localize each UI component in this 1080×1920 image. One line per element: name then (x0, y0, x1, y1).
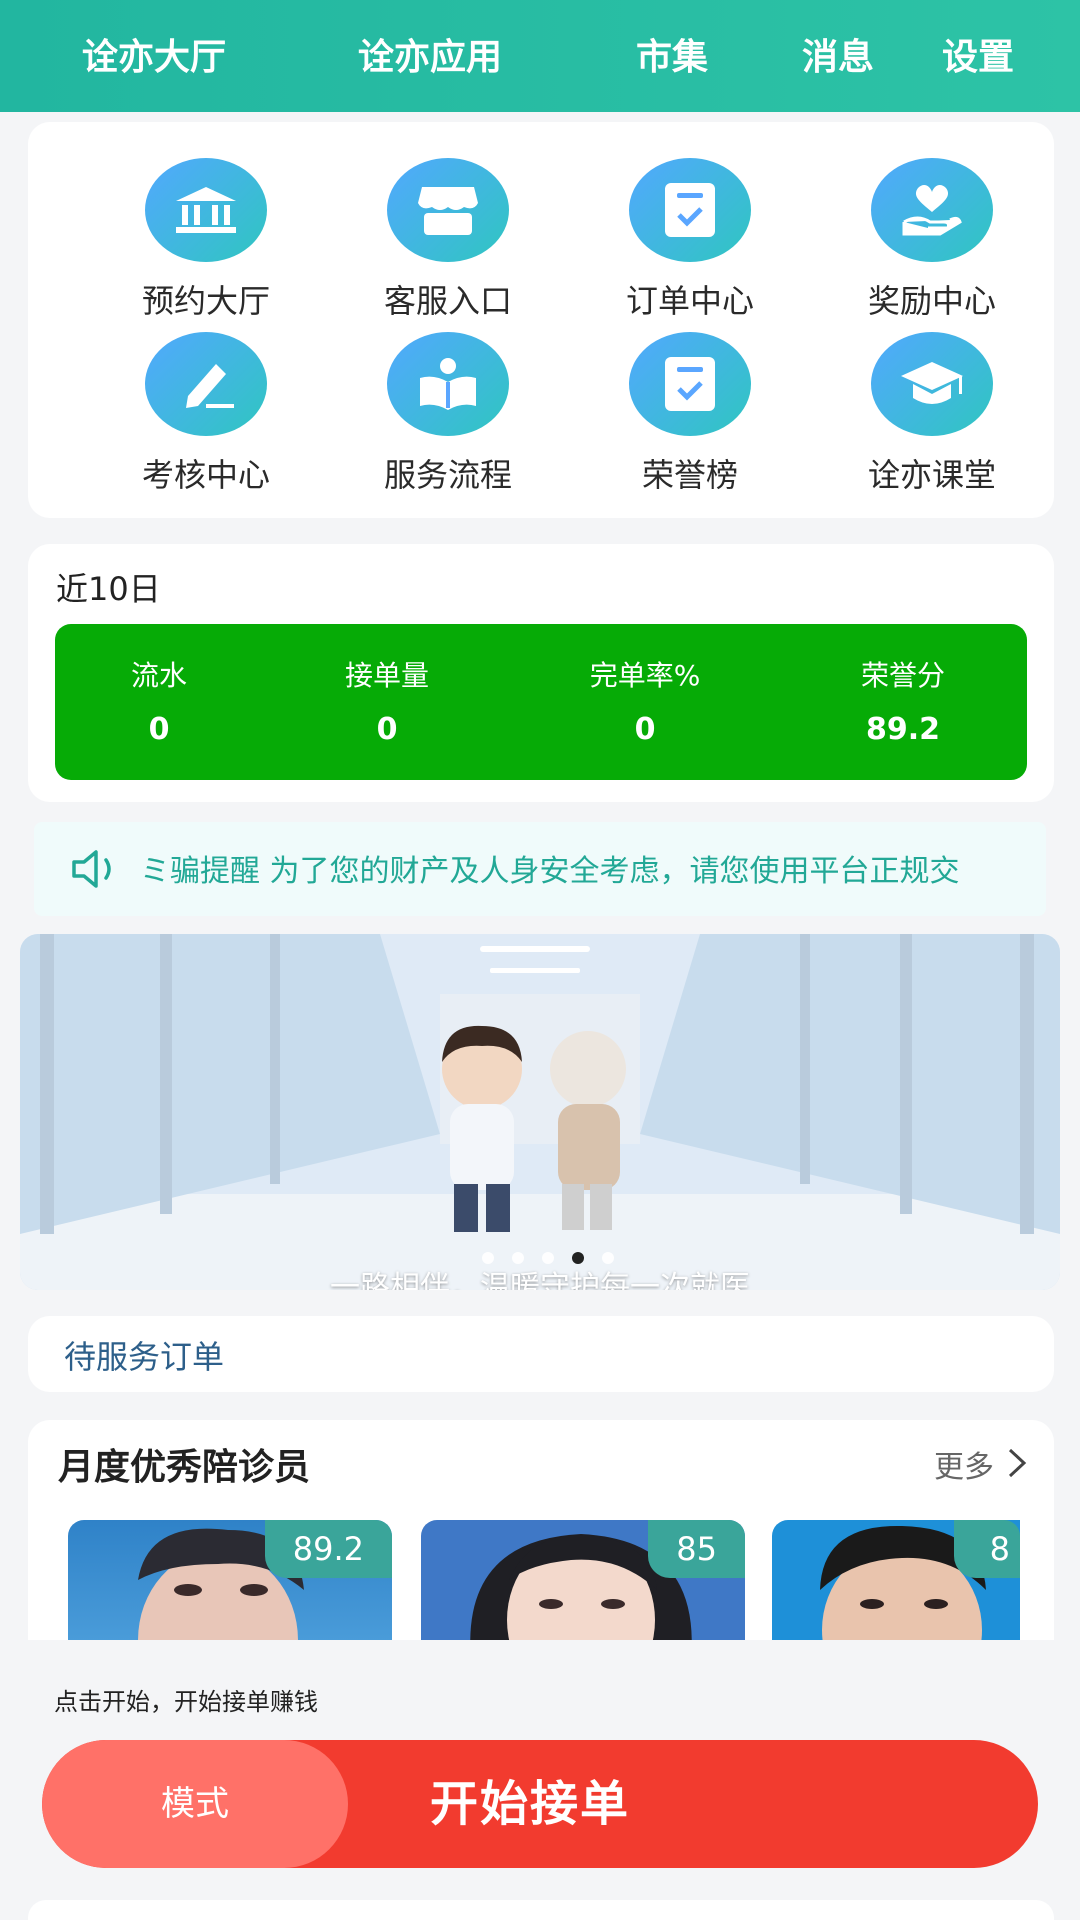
grid-item-reward-center[interactable]: 奖励中心 (812, 158, 1052, 328)
grid-item-service-process[interactable]: 服务流程 (328, 332, 568, 502)
anti-fraud-notice[interactable]: ミ骗提醒 为了您的财产及人身安全考虑，请您使用平台正规交 (34, 822, 1046, 916)
grid-item-label: 奖励中心 (867, 282, 996, 320)
grid-item-label: 考核中心 (141, 456, 270, 494)
grid-item-label: 荣誉榜 (641, 456, 738, 494)
section-title: 月度优秀陪诊员 (58, 1447, 311, 1488)
notice-text: ミ骗提醒 为了您的财产及人身安全考虑，请您使用平台正规交 (140, 854, 960, 889)
excellent-escorts-card: 月度优秀陪诊员 更多 89.2 85 8 (28, 1420, 1054, 1640)
more-link[interactable]: 更多 (934, 1442, 994, 1486)
grid-item-label: 服务流程 (383, 456, 512, 494)
stat-value: 0 (376, 712, 398, 747)
tab-messages[interactable]: 消息 (802, 30, 874, 86)
escort-card[interactable]: 85 (421, 1520, 745, 1640)
stat-value: 89.2 (865, 712, 941, 747)
grid-item-order-center[interactable]: 订单中心 (570, 158, 810, 328)
stat-label: 荣誉分 (860, 659, 945, 692)
pending-orders-card[interactable]: 待服务订单 (28, 1316, 1054, 1392)
bottom-card-edge (28, 1900, 1054, 1920)
stat-order-count: 接单量 0 (287, 654, 487, 747)
mode-button[interactable]: 模式 (42, 1740, 348, 1868)
grid-item-label: 订单中心 (625, 282, 754, 320)
stats-box: 流水 0 接单量 0 完单率% 0 荣誉分 89.2 (55, 624, 1027, 780)
escort-card[interactable]: 8 (772, 1520, 1020, 1640)
stats-card: 近10日 流水 0 接单量 0 完单率% 0 荣誉分 89.2 (28, 544, 1054, 802)
grid-item-booking-hall[interactable]: 预约大厅 (86, 158, 326, 328)
start-hint: 点击开始，开始接单赚钱 (54, 1688, 318, 1716)
pencil-icon (145, 332, 267, 436)
grid-item-customer-service[interactable]: 客服入口 (328, 158, 568, 328)
grid-item-honor-board[interactable]: 荣誉榜 (570, 332, 810, 502)
stat-label: 接单量 (344, 659, 429, 692)
start-order-button[interactable]: 模式 开始接单 (42, 1740, 1038, 1868)
tab-hall[interactable]: 诠亦大厅 (82, 30, 226, 86)
chevron-right-icon[interactable] (1006, 1446, 1028, 1480)
grid-item-label: 预约大厅 (141, 282, 270, 320)
feature-grid: 预约大厅 客服入口 订单中心 奖励中心 考核中心 服务流程 荣誉榜 诠亦课堂 (28, 122, 1054, 518)
stat-value: 0 (148, 712, 170, 747)
tab-settings[interactable]: 设置 (942, 30, 1014, 86)
score-badge: 89.2 (264, 1520, 392, 1578)
grid-item-label: 诠亦课堂 (867, 456, 996, 494)
score-badge: 85 (648, 1520, 745, 1578)
building-icon (145, 158, 267, 262)
stats-period-title: 近10日 (56, 570, 161, 608)
start-order-label: 开始接单 (430, 1776, 631, 1832)
grid-item-label: 客服入口 (383, 282, 512, 320)
speaker-icon (72, 850, 111, 888)
banner-caption: 一路相伴，温暖守护每一次就医 (330, 1270, 750, 1290)
stat-label: 完单率% (589, 659, 701, 692)
grid-item-assessment-center[interactable]: 考核中心 (86, 332, 326, 502)
tab-apps[interactable]: 诠亦应用 (358, 30, 502, 86)
stat-revenue: 流水 0 (59, 654, 259, 747)
heart-hand-icon (871, 158, 993, 262)
stat-honor-score: 荣誉分 89.2 (803, 654, 1003, 747)
store-icon (387, 158, 509, 262)
stat-completion-rate: 完单率% 0 (545, 654, 745, 747)
tab-market[interactable]: 市集 (636, 30, 708, 86)
stat-value: 0 (634, 712, 656, 747)
stat-label: 流水 (130, 659, 187, 692)
escort-card[interactable]: 89.2 (68, 1520, 392, 1640)
score-badge: 8 (953, 1520, 1020, 1578)
reading-person-icon (387, 332, 509, 436)
top-nav: 诠亦大厅 诠亦应用 市集 消息 设置 (0, 0, 1080, 112)
graduation-cap-icon (871, 332, 993, 436)
checklist-icon (629, 332, 751, 436)
checklist-icon (629, 158, 751, 262)
banner-carousel[interactable]: 一路相伴，温暖守护每一次就医 (20, 934, 1060, 1290)
pending-orders-label: 待服务订单 (64, 1338, 225, 1376)
grid-item-classroom[interactable]: 诠亦课堂 (812, 332, 1052, 502)
banner-image (20, 934, 1060, 1290)
